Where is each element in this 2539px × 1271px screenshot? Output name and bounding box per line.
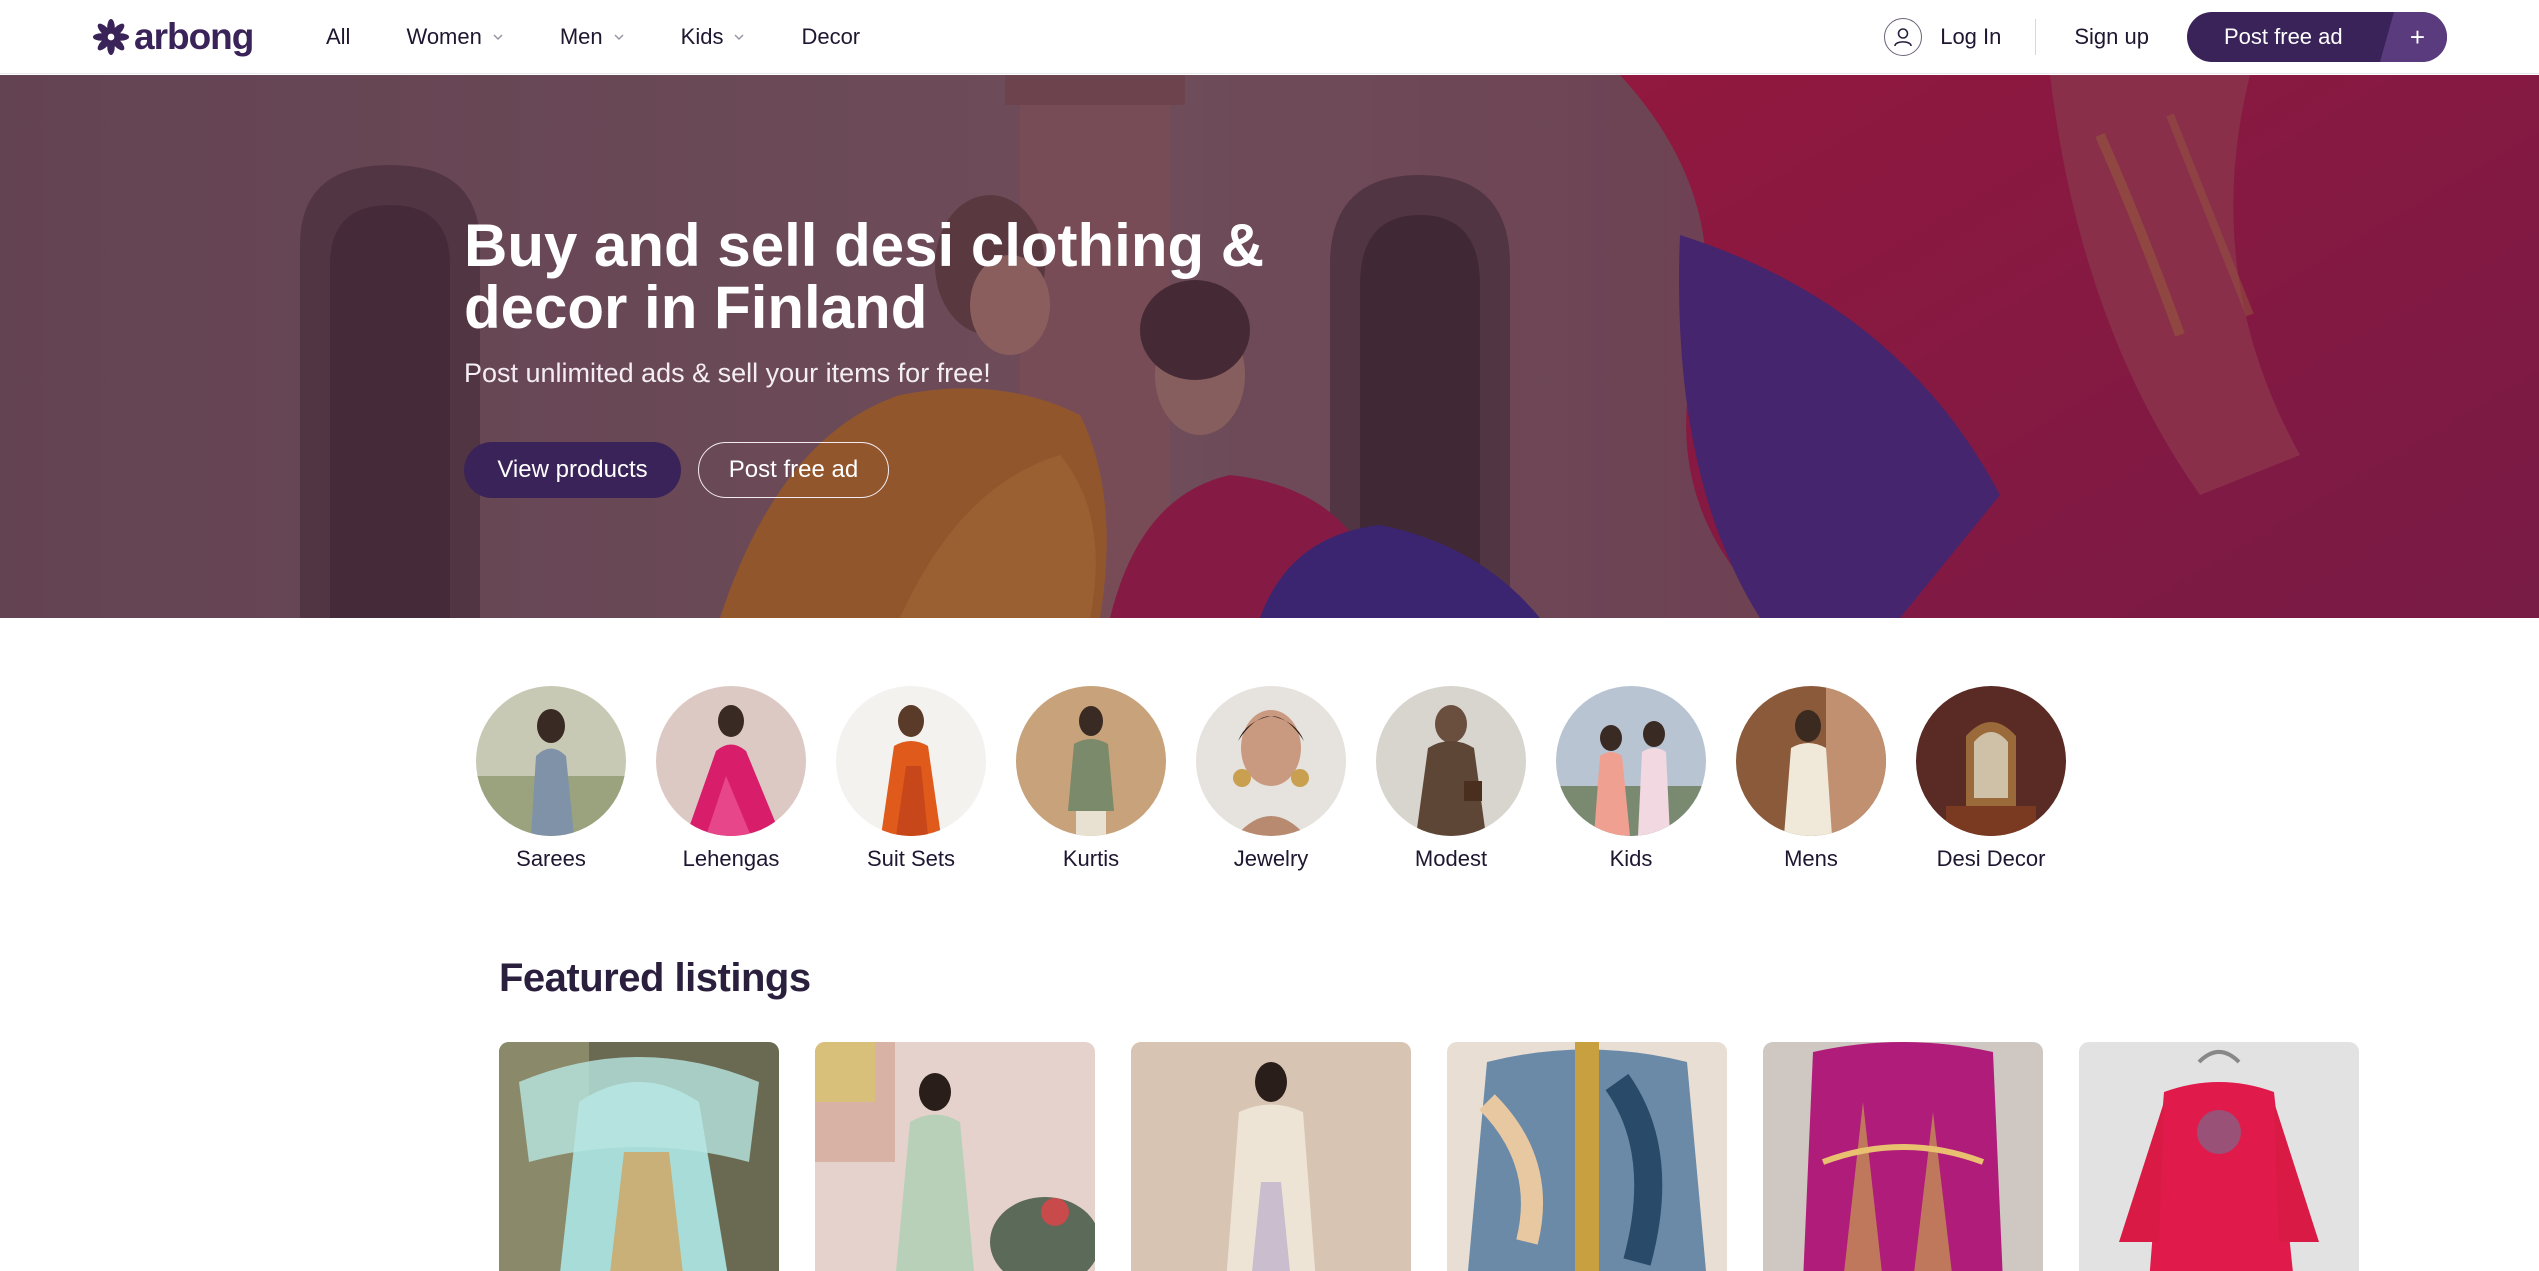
category-image [1016, 686, 1166, 836]
nav-item-kids[interactable]: Kids [681, 24, 746, 50]
nav-item-men[interactable]: Men [560, 24, 625, 50]
listing-card[interactable] [815, 1042, 1095, 1271]
category-kurtis[interactable]: Kurtis [1006, 686, 1176, 872]
category-image [476, 686, 626, 836]
category-jewelry[interactable]: Jewelry [1186, 686, 1356, 872]
category-image [836, 686, 986, 836]
nav-label: Women [406, 24, 482, 49]
plus-icon: + [2380, 12, 2447, 62]
featured-listings-title: Featured listings [499, 956, 811, 1000]
top-header: arbong All Women Men Kids Decor Log In S… [0, 0, 2539, 74]
nav-item-decor[interactable]: Decor [801, 24, 860, 50]
divider [2035, 19, 2037, 55]
listing-image [815, 1042, 1095, 1271]
hero-banner: Buy and sell desi clothing & decor in Fi… [0, 75, 2539, 618]
category-sarees[interactable]: Sarees [466, 686, 636, 872]
nav-label: Decor [801, 24, 861, 49]
category-label: Lehengas [682, 846, 780, 871]
category-label: Mens [1784, 846, 1838, 871]
category-image [656, 686, 806, 836]
listing-card[interactable] [499, 1042, 779, 1271]
nav-label: All [326, 24, 351, 49]
category-image [1556, 686, 1706, 836]
category-label: Kurtis [1062, 846, 1120, 871]
category-image [1196, 686, 1346, 836]
listing-card[interactable] [1763, 1042, 2043, 1271]
listing-card[interactable] [1447, 1042, 1727, 1271]
chevron-down-icon [492, 31, 504, 43]
category-image [1916, 686, 2066, 836]
listing-image [1763, 1042, 2043, 1271]
flower-logo-icon [92, 18, 130, 56]
category-image [1736, 686, 1886, 836]
post-free-ad-label: Post free ad [2224, 24, 2343, 49]
listing-card[interactable] [2079, 1042, 2359, 1271]
category-kids[interactable]: Kids [1546, 686, 1716, 872]
logo-text: arbong [134, 16, 254, 57]
account-nav: Log In Sign up Post free ad + [1884, 12, 2447, 62]
view-products-button[interactable]: View products [464, 442, 681, 498]
user-icon[interactable] [1884, 18, 1923, 56]
logo[interactable]: arbong [92, 16, 254, 58]
listing-image [1131, 1042, 1411, 1271]
category-mens[interactable]: Mens [1726, 686, 1896, 872]
category-label: Jewelry [1233, 846, 1309, 871]
hero-overlay [0, 75, 2539, 618]
post-free-ad-button[interactable]: Post free ad + [2187, 12, 2447, 62]
category-label: Kids [1609, 846, 1653, 871]
nav-item-all[interactable]: All [326, 24, 350, 50]
category-row: Sarees Lehengas Suit Sets Kurtis Jewelry… [0, 686, 2539, 876]
hero-subtitle: Post unlimited ads & sell your items for… [464, 358, 991, 388]
listing-image [499, 1042, 779, 1271]
category-label: Modest [1414, 846, 1488, 871]
category-image [1376, 686, 1526, 836]
hero-post-free-ad-button[interactable]: Post free ad [698, 442, 889, 498]
category-label: Suit Sets [866, 846, 956, 871]
listing-image [2079, 1042, 2359, 1271]
listing-card[interactable] [1131, 1042, 1411, 1271]
category-suit-sets[interactable]: Suit Sets [826, 686, 996, 872]
chevron-down-icon [733, 31, 745, 43]
hero-title: Buy and sell desi clothing & decor in Fi… [464, 212, 1265, 341]
chevron-down-icon [613, 31, 625, 43]
category-modest[interactable]: Modest [1366, 686, 1536, 872]
nav-item-women[interactable]: Women [406, 24, 503, 50]
nav-label: Kids [680, 24, 724, 49]
main-nav: All Women Men Kids Decor [326, 0, 916, 74]
nav-label: Men [559, 24, 603, 49]
category-label: Desi Decor [1936, 846, 2046, 871]
category-lehengas[interactable]: Lehengas [646, 686, 816, 872]
category-label: Sarees [516, 846, 586, 871]
login-link[interactable]: Log In [1940, 24, 2001, 50]
listing-image [1447, 1042, 1727, 1271]
signup-link[interactable]: Sign up [2074, 24, 2149, 50]
category-desi-decor[interactable]: Desi Decor [1906, 686, 2076, 872]
